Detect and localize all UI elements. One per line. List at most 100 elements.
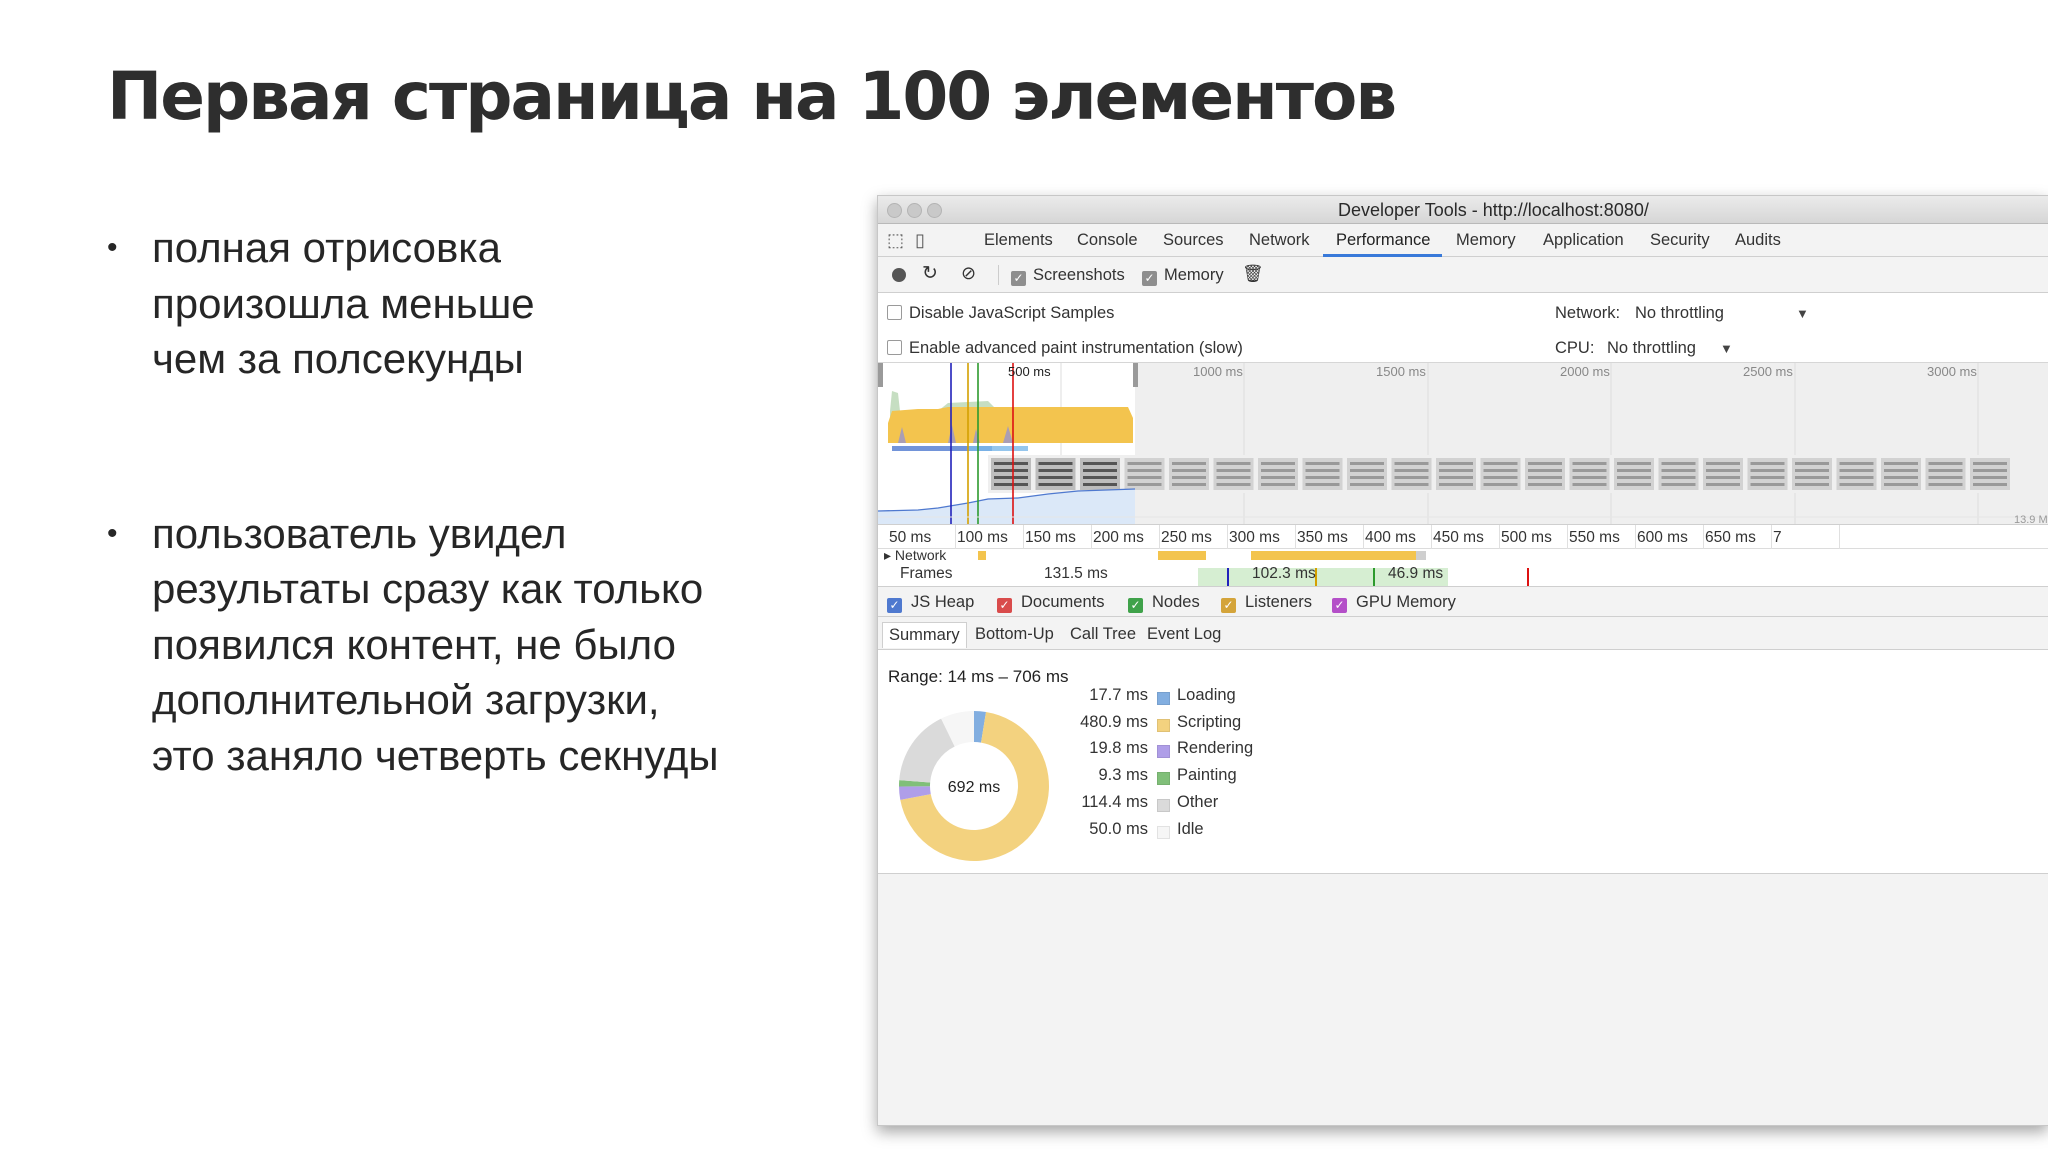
memory-checkbox[interactable]: ✓ Memory bbox=[1142, 266, 1224, 286]
gpu-memory-counter[interactable]: ✓ GPU Memory bbox=[1332, 593, 1456, 613]
network-track-text: Network bbox=[894, 549, 947, 563]
selection-handle-left[interactable] bbox=[878, 363, 883, 387]
legend-label: Scripting bbox=[1177, 712, 1242, 731]
network-throttling-select[interactable]: No throttling ▼ bbox=[1635, 304, 1809, 323]
tab-console[interactable]: Console bbox=[1077, 231, 1138, 250]
bullet-mark: • bbox=[107, 231, 118, 264]
ruler-tick-label: 650 ms bbox=[1705, 529, 1756, 546]
thumbnail-content-line bbox=[1350, 462, 1384, 465]
window-titlebar: Developer Tools - http://localhost:8080/ bbox=[878, 196, 2048, 224]
thumbnail-content-line bbox=[1172, 462, 1206, 465]
overview-tick-label: 1000 ms bbox=[1193, 364, 1243, 379]
devtools-window: Developer Tools - http://localhost:8080/… bbox=[877, 195, 2048, 1126]
thumbnail-content-line bbox=[1839, 483, 1874, 486]
tab-call-tree[interactable]: Call Tree bbox=[1064, 622, 1142, 648]
ruler-tick-label: 200 ms bbox=[1093, 529, 1144, 546]
bullet-list: • полная отрисовка произошла меньше чем … bbox=[107, 220, 827, 783]
cpu-throttling-label: CPU: bbox=[1555, 339, 1595, 357]
dropdown-arrow-icon: ▼ bbox=[1719, 341, 1733, 356]
legend-value: 480.9 ms bbox=[1080, 712, 1148, 731]
checkbox-icon bbox=[887, 340, 902, 355]
selection-handle-right[interactable] bbox=[1133, 363, 1138, 387]
device-toolbar-icon[interactable]: ▯ bbox=[915, 230, 925, 251]
clear-icon[interactable]: ⊘ bbox=[961, 263, 976, 284]
overview-tick-label: 1500 ms bbox=[1376, 364, 1426, 379]
window-title: Developer Tools - http://localhost:8080/ bbox=[1338, 200, 1649, 220]
zoom-window-button[interactable] bbox=[927, 203, 942, 218]
ruler-tick-label: 300 ms bbox=[1229, 529, 1280, 546]
thumbnail-content-line bbox=[1795, 483, 1829, 486]
thumbnail-content-line bbox=[1305, 476, 1340, 479]
thumbnail-content-line bbox=[1572, 469, 1607, 472]
legend-swatch bbox=[1157, 825, 1170, 839]
tab-summary[interactable]: Summary bbox=[882, 622, 967, 648]
network-throttling-label: Network: bbox=[1555, 304, 1621, 322]
ruler-tick-label: 150 ms bbox=[1025, 529, 1076, 546]
thumbnail-content-line bbox=[1350, 469, 1384, 472]
performance-toolbar: ↻ ⊘ ✓ Screenshots ✓ Memory 🗑 bbox=[878, 257, 2048, 293]
thumbnail-content-line bbox=[1884, 462, 1918, 465]
tab-application[interactable]: Application bbox=[1543, 231, 1624, 250]
tab-sources[interactable]: Sources bbox=[1163, 231, 1224, 250]
cpu-throttling-select[interactable]: No throttling ▼ bbox=[1607, 339, 1733, 358]
thumbnail-content-line bbox=[1083, 476, 1117, 479]
thumbnail-content-line bbox=[1394, 476, 1429, 479]
thumbnail-content-line bbox=[1127, 476, 1162, 479]
timeline-overview[interactable]: 500 ms 1000 ms 1500 ms 2000 ms 2500 ms 3… bbox=[878, 363, 2048, 525]
documents-counter[interactable]: ✓ Documents bbox=[997, 593, 1104, 613]
thumbnail-content-line bbox=[1928, 469, 1963, 472]
thumbnail-content-line bbox=[1216, 483, 1251, 486]
bullet-item: • пользователь увидел результаты сразу к… bbox=[107, 506, 827, 784]
advanced-paint-checkbox[interactable]: Enable advanced paint instrumentation (s… bbox=[887, 339, 1243, 358]
tab-network[interactable]: Network bbox=[1249, 231, 1310, 250]
tab-audits[interactable]: Audits bbox=[1735, 231, 1781, 250]
details-tabs: Summary Bottom-Up Call Tree Event Log bbox=[878, 617, 2048, 650]
thumbnail-content-line bbox=[1750, 483, 1785, 486]
legend-label: Loading bbox=[1177, 686, 1236, 704]
record-button[interactable] bbox=[892, 268, 906, 282]
thumbnail-content-line bbox=[1083, 462, 1117, 465]
thumbnail-content-line bbox=[1750, 476, 1785, 479]
legend-value: 114.4 ms bbox=[1081, 792, 1148, 811]
close-window-button[interactable] bbox=[887, 203, 902, 218]
ruler-tick-label: 600 ms bbox=[1637, 529, 1688, 546]
thumbnail-content-line bbox=[1216, 469, 1251, 472]
legend-value: 17.7 ms bbox=[1089, 686, 1148, 704]
inspect-element-icon[interactable]: ⬚ bbox=[887, 230, 904, 251]
screenshots-checkbox[interactable]: ✓ Screenshots bbox=[1011, 266, 1125, 286]
timeline-ruler: 50 ms 100 ms 150 ms 200 ms 250 ms 300 ms 350 m… bbox=[878, 525, 2048, 549]
network-track-label[interactable]: ▸ Network bbox=[884, 549, 946, 564]
nodes-counter[interactable]: ✓ Nodes bbox=[1128, 593, 1200, 613]
thumbnail-content-line bbox=[1617, 462, 1651, 465]
trash-icon[interactable]: 🗑 bbox=[1242, 264, 1264, 284]
ruler-gridline bbox=[955, 525, 956, 549]
screenshots-label: Screenshots bbox=[1033, 266, 1125, 284]
js-heap-counter[interactable]: ✓ JS Heap bbox=[887, 593, 974, 613]
tab-memory[interactable]: Memory bbox=[1456, 231, 1516, 250]
tab-performance[interactable]: Performance bbox=[1336, 231, 1430, 250]
capture-settings: Disable JavaScript Samples Enable advanc… bbox=[878, 293, 2048, 363]
tab-elements[interactable]: Elements bbox=[984, 231, 1053, 250]
tab-event-log[interactable]: Event Log bbox=[1141, 622, 1227, 648]
legend-value: 19.8 ms bbox=[1089, 739, 1148, 758]
tab-bottom-up[interactable]: Bottom-Up bbox=[969, 622, 1060, 648]
thumbnail-content-line bbox=[1261, 483, 1295, 486]
reload-profile-icon[interactable]: ↻ bbox=[922, 262, 938, 285]
tab-security[interactable]: Security bbox=[1650, 231, 1710, 250]
checkbox-checked-icon: ✓ bbox=[1332, 598, 1347, 613]
minimize-window-button[interactable] bbox=[907, 203, 922, 218]
thumbnail-content-line bbox=[1795, 469, 1829, 472]
network-throttling-value: No throttling bbox=[1635, 304, 1724, 322]
ruler-tick-label: 50 ms bbox=[889, 529, 932, 546]
thumbnail-content-line bbox=[1617, 483, 1651, 486]
thumbnail-content-line bbox=[1038, 483, 1073, 486]
thumbnail-content-line bbox=[1661, 469, 1696, 472]
thumbnail-content-line bbox=[1750, 469, 1785, 472]
timeline-tracks[interactable]: ▸ Network Frames 131.5 ms 102.3 ms 46.9 … bbox=[878, 549, 2048, 587]
disable-js-samples-checkbox[interactable]: Disable JavaScript Samples bbox=[887, 304, 1114, 323]
disable-js-samples-label: Disable JavaScript Samples bbox=[909, 304, 1115, 322]
bullet-line: пользователь увидел bbox=[152, 509, 567, 557]
thumbnail-content-line bbox=[1439, 462, 1473, 465]
listeners-counter[interactable]: ✓ Listeners bbox=[1221, 593, 1312, 613]
checkbox-checked-icon: ✓ bbox=[887, 598, 902, 613]
